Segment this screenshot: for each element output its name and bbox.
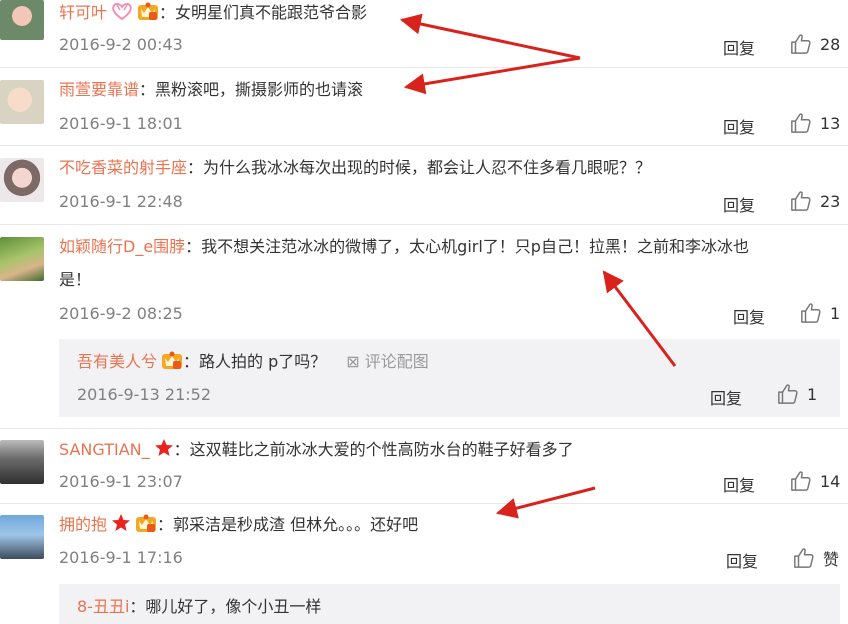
- like-count: 赞: [823, 550, 840, 569]
- sub-like-button[interactable]: 1: [777, 383, 817, 405]
- comment-text: 不吃香菜的射手座：为什么我冰冰每次出现的时候，都会让人忍不住多看几眼呢？？: [59, 154, 651, 182]
- reply-button[interactable]: 回复: [723, 472, 755, 496]
- avatar[interactable]: [0, 158, 44, 202]
- like-count: 23: [820, 191, 841, 211]
- star-icon: [111, 513, 131, 542]
- vip-crown-icon: [135, 513, 157, 542]
- divider: [0, 503, 848, 504]
- comment-image-link[interactable]: ⊠ 评论配图: [346, 352, 429, 371]
- like-button[interactable]: 1: [800, 302, 840, 324]
- thumbs-up-icon: [790, 112, 812, 134]
- thumbs-up-icon: [790, 33, 812, 55]
- comment-text: 雨萱要靠谱：黑粉滚吧，撕摄影师的也请滚: [59, 76, 363, 104]
- reply-button[interactable]: 回复: [733, 304, 765, 328]
- comment-author[interactable]: 拥的抱: [59, 515, 107, 534]
- divider: [0, 145, 848, 146]
- comment-time: 2016-9-1 18:01: [59, 114, 183, 133]
- comment-time: 2016-9-1 22:48: [59, 192, 183, 211]
- heart-icon: [111, 1, 133, 30]
- avatar[interactable]: [0, 237, 44, 281]
- thumbs-up-icon: [793, 547, 815, 569]
- star-icon: [154, 438, 174, 467]
- reply-button[interactable]: 回复: [723, 114, 755, 138]
- like-count: 1: [807, 384, 818, 404]
- reply-button[interactable]: 回复: [723, 35, 755, 59]
- arrow: [399, 13, 581, 60]
- sub-comment-author[interactable]: 8-丑丑i: [77, 597, 129, 616]
- comment-author[interactable]: SANGTIAN_: [59, 440, 150, 459]
- sub-comment: 8-丑丑i：哪儿好了，像个小丑一样: [59, 584, 840, 624]
- comment-content: ：我不想关注范冰冰的微博了，太心机girl了！只p自己！拉黑！之前和李冰冰也: [185, 237, 749, 256]
- comment-text: 轩可叶 ：女明星们真不能跟范爷合影: [59, 0, 367, 30]
- avatar[interactable]: [0, 515, 44, 559]
- sub-comment-author[interactable]: 吾有美人兮: [77, 352, 157, 371]
- comment-author[interactable]: 不吃香菜的射手座: [59, 158, 187, 177]
- like-count: 13: [820, 113, 841, 133]
- thumbs-up-icon: [790, 470, 812, 492]
- sub-comment-text: 吾有美人兮 ：路人拍的 p了吗？ ⊠ 评论配图: [77, 349, 429, 378]
- like-button[interactable]: 28: [790, 33, 840, 55]
- comment-content-line2: 是！: [59, 270, 92, 289]
- comment-content: ：黑粉滚吧，撕摄影师的也请滚: [139, 80, 364, 99]
- thumbs-up-icon: [790, 190, 812, 212]
- like-count: 14: [820, 471, 841, 491]
- thumbs-up-icon: [800, 302, 822, 324]
- divider: [0, 224, 848, 225]
- comment-content: ：这双鞋比之前冰冰大爱的个性高防水台的鞋子好看多了: [173, 440, 574, 459]
- comment-time: 2016-9-1 17:16: [59, 548, 183, 567]
- comment-time: 2016-9-1 23:07: [59, 472, 183, 491]
- comment-content: ：为什么我冰冰每次出现的时候，都会让人忍不住多看几眼呢？？: [187, 158, 652, 177]
- comment-text: SANGTIAN_ ：这双鞋比之前冰冰大爱的个性高防水台的鞋子好看多了: [59, 436, 574, 467]
- comment-text: 拥的抱 ：郭采洁是秒成渣 但林允。。。还好吧: [59, 511, 418, 542]
- arrow: [495, 486, 596, 519]
- reply-button[interactable]: 回复: [723, 192, 755, 216]
- comment-author[interactable]: 如颖随行D_e围脖: [59, 237, 185, 256]
- comment-time: 2016-9-2 00:43: [59, 35, 183, 54]
- like-count: 28: [820, 34, 841, 54]
- divider: [0, 67, 848, 68]
- image-icon: ⊠: [346, 352, 360, 371]
- sub-comment-content: ：路人拍的 p了吗？: [183, 352, 327, 371]
- vip-crown-icon: [137, 1, 159, 30]
- divider: [0, 428, 848, 429]
- comment-content: ：女明星们真不能跟范爷合影: [159, 3, 368, 22]
- comment-time: 2016-9-2 08:25: [59, 304, 183, 323]
- sub-comment-time: 2016-9-13 21:52: [77, 385, 211, 404]
- like-button[interactable]: 13: [790, 112, 840, 134]
- avatar[interactable]: [0, 80, 44, 124]
- like-button[interactable]: 14: [790, 470, 840, 492]
- comment-image-label: 评论配图: [364, 352, 429, 371]
- avatar[interactable]: [0, 440, 44, 484]
- sub-reply-button[interactable]: 回复: [710, 385, 742, 409]
- reply-button[interactable]: 回复: [726, 548, 758, 572]
- sub-comment: 吾有美人兮 ：路人拍的 p了吗？ ⊠ 评论配图 2016-9-13 21:52 回复…: [59, 339, 840, 417]
- arrow: [403, 56, 581, 95]
- vip-crown-icon: [161, 350, 183, 378]
- sub-comment-text: 8-丑丑i：哪儿好了，像个小丑一样: [77, 594, 321, 620]
- avatar[interactable]: [0, 0, 44, 40]
- comment-text: 如颖随行D_e围脖：我不想关注范冰冰的微博了，太心机girl了！只p自己！拉黑！…: [59, 233, 749, 261]
- like-button[interactable]: 23: [790, 190, 840, 212]
- like-button[interactable]: 赞: [793, 546, 839, 570]
- thumbs-up-icon: [777, 383, 799, 405]
- comment-author[interactable]: 雨萱要靠谱: [59, 80, 139, 99]
- sub-comment-content: ：哪儿好了，像个小丑一样: [129, 597, 322, 616]
- comment-author[interactable]: 轩可叶: [59, 3, 107, 22]
- comment-content: ：郭采洁是秒成渣 但林允。。。还好吧: [157, 515, 419, 534]
- like-count: 1: [830, 303, 841, 323]
